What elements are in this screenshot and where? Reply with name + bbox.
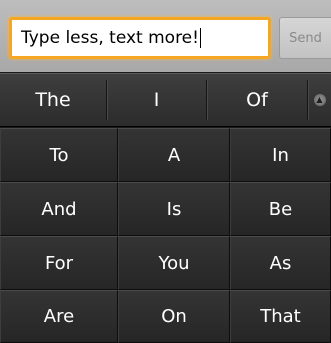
word-key-are[interactable]: Are bbox=[0, 290, 118, 343]
expand-suggestions-button[interactable]: ▲ bbox=[308, 74, 331, 126]
word-key-for[interactable]: For bbox=[0, 236, 118, 290]
word-key-and[interactable]: And bbox=[0, 182, 118, 236]
word-key-in[interactable]: In bbox=[230, 128, 331, 182]
word-key-that[interactable]: That bbox=[230, 290, 331, 343]
word-key-to[interactable]: To bbox=[0, 128, 118, 182]
compose-bar: Type less, text more! Send bbox=[0, 0, 331, 72]
text-caret bbox=[199, 28, 201, 48]
message-input-text: Type less, text more! bbox=[21, 28, 199, 48]
chevron-up-icon: ▲ bbox=[313, 94, 326, 106]
word-keyboard-app: Type less, text more! Send The I Of ▲ To… bbox=[0, 0, 331, 343]
suggestion-word-1[interactable]: The bbox=[0, 74, 106, 126]
suggestion-strip: The I Of ▲ bbox=[0, 73, 331, 127]
word-key-on[interactable]: On bbox=[118, 290, 230, 343]
word-key-be[interactable]: Be bbox=[230, 182, 331, 236]
send-button[interactable]: Send bbox=[279, 17, 331, 59]
word-keypad: To A In And Is Be For You As Are On That bbox=[0, 128, 331, 343]
word-key-is[interactable]: Is bbox=[118, 182, 230, 236]
message-input[interactable]: Type less, text more! bbox=[9, 17, 271, 59]
suggestion-word-2[interactable]: I bbox=[107, 74, 206, 126]
word-key-a[interactable]: A bbox=[118, 128, 230, 182]
suggestion-word-3[interactable]: Of bbox=[207, 74, 307, 126]
word-key-you[interactable]: You bbox=[118, 236, 230, 290]
word-key-as[interactable]: As bbox=[230, 236, 331, 290]
